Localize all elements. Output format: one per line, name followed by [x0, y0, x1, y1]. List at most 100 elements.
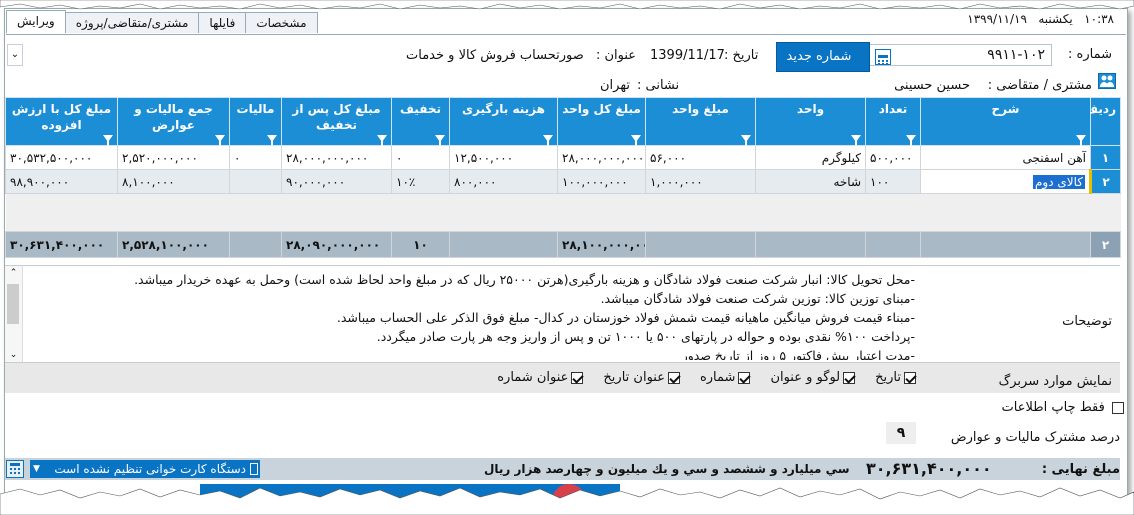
checkbox-number-title[interactable] [571, 371, 584, 384]
cell-discount[interactable]: ۱۰٪ [391, 169, 450, 194]
filter-icon[interactable] [377, 135, 387, 146]
option-logo-title[interactable]: لوگو و عنوان [770, 370, 856, 385]
calculator-icon [875, 49, 891, 65]
cell-grand-total[interactable]: ۳۰,۵۳۲,۵۰۰,۰۰۰ [5, 145, 118, 170]
cell-after-discount[interactable]: ۹۰,۰۰۰,۰۰۰ [281, 169, 392, 194]
cell-tax[interactable] [229, 169, 282, 194]
cell-tax[interactable]: ۰ [229, 145, 282, 170]
checkbox-date-title[interactable] [667, 371, 680, 384]
col-unit[interactable]: واحد [755, 97, 866, 146]
cell-grand-total[interactable]: ۹۸,۹۰۰,۰۰۰ [5, 169, 118, 194]
tab-bar: ویرایش مشتری/متقاضی/پروژه فایلها مشخصات [6, 10, 318, 33]
notes-text[interactable]: -محل تحویل کالا: انبار شرکت صنعت فولاد ش… [15, 270, 915, 360]
col-discount-label: تخفیف [400, 102, 441, 116]
filter-icon[interactable] [631, 135, 641, 146]
date-field[interactable]: 1399/11/17 [650, 48, 725, 63]
card-reader-status[interactable]: دستگاه کارت خوانی تنظیم نشده است ▼ [30, 460, 260, 478]
scroll-down-icon[interactable]: ⌄ [5, 348, 22, 362]
cell-description[interactable]: آهن اسفنجی [920, 145, 1091, 170]
col-total[interactable]: مبلغ کل واحد [557, 97, 646, 146]
col-quantity[interactable]: تعداد [865, 97, 921, 146]
filter-icon[interactable] [741, 135, 751, 146]
col-unit-price[interactable]: مبلغ واحد [645, 97, 756, 146]
col-discount[interactable]: تخفیف [391, 97, 450, 146]
option-logo-title-label: لوگو و عنوان [770, 370, 841, 385]
tab-customer-project[interactable]: مشتری/متقاضی/پروژه [64, 12, 200, 33]
filter-icon[interactable] [103, 135, 113, 146]
col-description-label: شرح [991, 102, 1020, 116]
option-date[interactable]: تاریخ [875, 370, 916, 385]
customer-name[interactable]: حسین حسینی [894, 78, 970, 93]
customer-icon[interactable] [1098, 73, 1116, 89]
scroll-thumb[interactable] [7, 284, 19, 324]
cell-after-discount[interactable]: ۲۸,۰۰۰,۰۰۰,۰۰۰ [281, 145, 392, 170]
cell-description-editing[interactable]: کالای دوم [920, 169, 1092, 194]
col-grand-total-label: مبلغ کل با ارزش افزوده [11, 102, 112, 132]
cell-tax-sum[interactable]: ۸,۱۰۰,۰۰۰ [117, 169, 230, 194]
scroll-up-icon[interactable]: ⌃ [5, 266, 22, 280]
tab-files[interactable]: فایلها [198, 12, 247, 33]
filter-icon[interactable] [435, 135, 445, 146]
col-row-number[interactable]: ردیف [1084, 97, 1121, 146]
col-tax-sum[interactable]: جمع مالیات و عوارض [117, 97, 230, 146]
card-reader-text: دستگاه کارت خوانی تنظیم نشده است [54, 462, 246, 476]
option-number[interactable]: شماره [700, 370, 751, 385]
cell-total[interactable]: ۱۰۰,۰۰۰,۰۰۰ [557, 169, 646, 194]
cell-total[interactable]: ۲۸,۰۰۰,۰۰۰,۰۰۰ [557, 145, 646, 170]
date-text: ۱۳۹۹/۱۱/۱۹ [967, 12, 1027, 26]
row-number[interactable]: ۱ [1090, 145, 1121, 170]
cell-quantity[interactable]: ۱۰۰ [865, 169, 921, 194]
cell-tax-sum[interactable]: ۲,۵۲۰,۰۰۰,۰۰۰ [117, 145, 230, 170]
filter-icon[interactable] [906, 135, 916, 146]
row-number[interactable]: ۲ [1090, 169, 1121, 194]
title-dropdown-button[interactable]: ⌄ [7, 44, 23, 66]
cell-unit[interactable]: شاخه [755, 169, 866, 194]
print-only-option[interactable]: فقط چاپ اطلاعات [1002, 400, 1124, 415]
cell-discount[interactable]: ۰ [391, 145, 450, 170]
filter-icon[interactable] [851, 135, 861, 146]
header-options-label: نمایش موارد سربرگ [998, 374, 1112, 389]
notes-scrollbar[interactable]: ⌃ ⌄ [5, 266, 23, 362]
col-after-discount[interactable]: مبلغ کل پس از تخفیف [281, 97, 392, 146]
tax-percent-field[interactable]: ۹ [886, 422, 916, 444]
cell-unit-price[interactable]: ۱,۰۰۰,۰۰۰ [645, 169, 756, 194]
new-number-button[interactable]: شماره جدید [776, 42, 891, 72]
checkbox-number[interactable] [738, 371, 751, 384]
col-tax[interactable]: مالیات [229, 97, 282, 146]
time-text: ۱۰:۳۸ [1084, 12, 1114, 26]
title-field[interactable]: صورتحساب فروش کالا و خدمات [406, 48, 584, 63]
filter-icon[interactable] [1076, 135, 1086, 146]
col-loading-cost[interactable]: هزینه بارگیری [449, 97, 558, 146]
col-grand-total[interactable]: مبلغ کل با ارزش افزوده [5, 97, 118, 146]
option-date-title[interactable]: عنوان تاریخ [603, 370, 680, 385]
cell-unit[interactable]: کیلوگرم [755, 145, 866, 170]
cell-quantity[interactable]: ۵۰۰,۰۰۰ [865, 145, 921, 170]
customer-label: مشتری / متقاضی : [987, 78, 1092, 93]
dropdown-arrow-icon[interactable]: ▼ [33, 460, 40, 478]
total-blank [645, 231, 756, 258]
filter-icon[interactable] [267, 135, 277, 146]
chevron-down-icon: ⌄ [10, 49, 20, 60]
tab-details[interactable]: مشخصات [245, 12, 318, 33]
table-row[interactable]: ۲ کالای دوم ۱۰۰ شاخه ۱,۰۰۰,۰۰۰ ۱۰۰,۰۰۰,۰… [5, 169, 1121, 194]
total-discount: ۱۰ [391, 231, 450, 258]
option-number-title-label: عنوان شماره [497, 370, 569, 385]
checkbox-date[interactable] [904, 371, 916, 384]
filter-icon[interactable] [215, 135, 225, 146]
items-grid: ردیف شرح تعداد واحد مبلغ واحد مبلغ کل وا… [5, 97, 1121, 258]
checkbox-logo-title[interactable] [843, 371, 856, 384]
col-description[interactable]: شرح [920, 97, 1091, 146]
option-number-title[interactable]: عنوان شماره [497, 370, 584, 385]
note-line: -مبناء قیمت فروش میانگین ماهیانه قیمت شم… [336, 310, 915, 325]
cell-unit-price[interactable]: ۵۶,۰۰۰ [645, 145, 756, 170]
cell-description-selected-text[interactable]: کالای دوم [1033, 174, 1085, 189]
total-grand: ۳۰,۶۳۱,۴۰۰,۰۰۰ [5, 231, 118, 258]
checkbox-print-only[interactable] [1112, 401, 1124, 414]
cell-loading[interactable]: ۱۲,۵۰۰,۰۰۰ [449, 145, 558, 170]
cell-loading[interactable]: ۸۰۰,۰۰۰ [449, 169, 558, 194]
filter-icon[interactable] [543, 135, 553, 146]
calculator-icon[interactable] [6, 460, 24, 478]
torn-bottom-edge [0, 487, 1134, 515]
table-row[interactable]: ۱ آهن اسفنجی ۵۰۰,۰۰۰ کیلوگرم ۵۶,۰۰۰ ۲۸,۰… [5, 145, 1121, 170]
notes-area[interactable]: -محل تحویل کالا: انبار شرکت صنعت فولاد ش… [5, 265, 1120, 363]
